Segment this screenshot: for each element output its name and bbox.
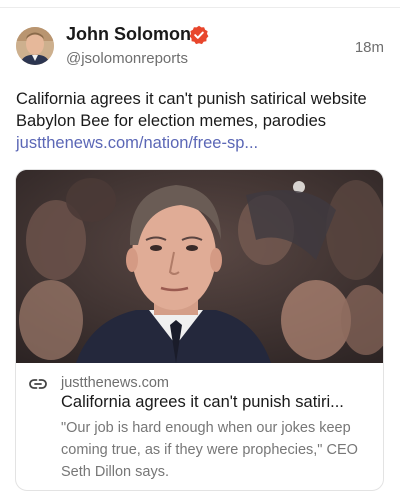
timestamp[interactable]: 18m (355, 39, 384, 56)
post-link[interactable]: justthenews.com/nation/free-sp... (16, 134, 258, 152)
link-icon (29, 379, 47, 389)
author-name[interactable]: John Solomon (66, 24, 191, 45)
verified-badge-icon (189, 25, 209, 45)
preview-image[interactable] (16, 170, 383, 363)
post-card[interactable]: John Solomon @jsolomonreports 18m Califo… (0, 0, 400, 500)
divider (0, 0, 400, 8)
card-description: "Our job is hard enough when our jokes k… (61, 420, 358, 480)
post-body: California agrees it can't punish satiri… (16, 90, 367, 130)
avatar[interactable] (16, 27, 54, 65)
author-handle[interactable]: @jsolomonreports (66, 50, 188, 67)
card-title[interactable]: California agrees it can't punish satiri… (61, 393, 373, 412)
card-domain: justthenews.com (61, 375, 169, 391)
link-preview-card[interactable]: justthenews.com California agrees it can… (15, 169, 384, 491)
post-text: California agrees it can't punish satiri… (16, 88, 388, 154)
